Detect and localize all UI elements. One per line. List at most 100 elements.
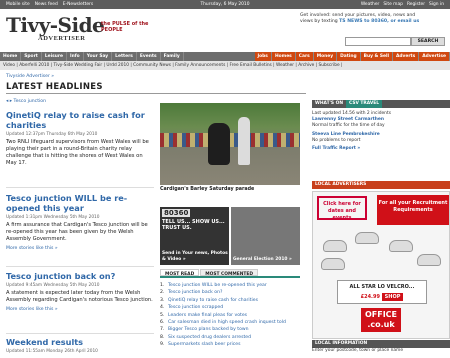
featured-photo[interactable] bbox=[160, 103, 300, 185]
story-summary: A statement is expected later today from… bbox=[6, 290, 153, 303]
list-item[interactable]: 1. Tesco junction WILL be re-opened this … bbox=[160, 282, 300, 289]
shop-button[interactable]: SHOP bbox=[381, 293, 404, 301]
nav-dating[interactable]: Dating bbox=[337, 52, 361, 61]
promo-caption: Send in Your news, Photos & Video » bbox=[162, 251, 228, 262]
promo-caption: General Election 2010 » bbox=[233, 257, 292, 262]
nav-your-say[interactable]: Your Say bbox=[84, 52, 113, 61]
events-ad[interactable]: Click here for dates and events bbox=[317, 196, 367, 221]
nav-buy-sell[interactable]: Buy & Sell bbox=[360, 52, 393, 61]
sign-in-link[interactable]: Sign in bbox=[429, 2, 444, 7]
tab-csv-travel[interactable]: CSV TRAVEL bbox=[346, 100, 383, 108]
nav-advertise[interactable]: Advertise bbox=[419, 52, 450, 61]
tab-most-commented[interactable]: MOST COMMENTED bbox=[200, 269, 259, 277]
nav-jobs[interactable]: Jobs bbox=[254, 52, 272, 61]
travel-panel: WHAT'S ON CSV TRAVEL Last updated 14.56 … bbox=[312, 100, 450, 152]
office-logo: OFFICE .co.uk bbox=[361, 308, 401, 332]
story-summary: A firm assurance that Cardigan's Tesco j… bbox=[6, 222, 148, 242]
local-info-text: Enter your postcode, town or place name bbox=[312, 348, 404, 353]
nav-leisure[interactable]: Leisure bbox=[42, 52, 68, 61]
promo-highlight[interactable]: TS NEWS to 80360, or email us bbox=[339, 19, 419, 24]
story-summary: Two RNLI lifeguard supervisors from West… bbox=[6, 139, 149, 166]
tab-whats-on[interactable]: WHAT'S ON bbox=[315, 100, 343, 108]
nav-home[interactable]: Home bbox=[0, 52, 22, 61]
divider bbox=[6, 333, 154, 334]
logo-subtitle: ADVERTISER bbox=[38, 35, 86, 42]
more-stories-link[interactable]: More stories like this » bbox=[6, 246, 154, 251]
nav-info[interactable]: Info bbox=[67, 52, 84, 61]
shoe-image bbox=[389, 240, 413, 252]
story-title[interactable]: Tesco junction back on? bbox=[6, 271, 154, 281]
story-item: QinetiQ relay to raise cash for charitie… bbox=[6, 110, 154, 167]
nav-sport[interactable]: Sport bbox=[21, 52, 42, 61]
list-item[interactable]: 4. Tesco junction scrapped bbox=[160, 304, 300, 311]
site-header: Tivy-Side ADVERTISER the PULSE of the PE… bbox=[0, 9, 450, 52]
page-title: LATEST HEADLINES bbox=[6, 82, 103, 92]
divider bbox=[6, 93, 306, 94]
nav-events[interactable]: Events bbox=[137, 52, 161, 61]
incident-item: Steeva Line Pembrokeshire No problems to… bbox=[312, 132, 380, 143]
sub-nav[interactable]: Video | Aberfelli 2010 | Tivy-Side Weddi… bbox=[0, 61, 450, 70]
shoe-image bbox=[355, 232, 379, 244]
full-traffic-report-link[interactable]: Full Traffic Report » bbox=[312, 146, 450, 152]
nav-letters[interactable]: Letters bbox=[112, 52, 137, 61]
weather-link[interactable]: Weather bbox=[361, 2, 380, 7]
enewsletters-link[interactable]: E-Newsletters bbox=[63, 2, 93, 7]
most-tabs: MOST READ MOST COMMENTED bbox=[160, 269, 300, 278]
news-feed-link[interactable]: News feed bbox=[35, 2, 58, 7]
main-nav: Home Sport Leisure Info Your Say Letters… bbox=[0, 52, 450, 61]
nav-family[interactable]: Family bbox=[161, 52, 184, 61]
nav-homes[interactable]: Homes bbox=[271, 52, 296, 61]
local-info: LOCAL INFORMATION Enter your postcode, t… bbox=[312, 340, 450, 354]
list-item[interactable]: 3. QinetiQ relay to raise cash for charit… bbox=[160, 297, 300, 304]
nav-adverts[interactable]: Adverts bbox=[392, 52, 420, 61]
incident-title[interactable]: Steeva Line Pembrokeshire bbox=[312, 132, 380, 137]
advertisers-header: LOCAL ADVERTISERS bbox=[312, 181, 450, 189]
nav-money[interactable]: Money bbox=[313, 52, 338, 61]
list-item[interactable]: 2. Tesco junction back on? bbox=[160, 289, 300, 296]
more-stories-link[interactable]: More stories like this » bbox=[6, 307, 154, 312]
register-link[interactable]: Register bbox=[407, 2, 425, 7]
site-map-link[interactable]: Site map bbox=[383, 2, 403, 7]
story-title[interactable]: Weekend results bbox=[6, 337, 154, 347]
advert-box[interactable]: Click here for dates and events For all … bbox=[312, 191, 450, 339]
list-item[interactable]: 8. Six suspected drug dealers arrested bbox=[160, 334, 300, 341]
story-date: Updated 11:55am Monday 26th April 2010 bbox=[6, 349, 98, 354]
divider bbox=[6, 266, 154, 267]
product-offer[interactable]: ALL STAR LO VELCRO... £24.99 SHOP bbox=[337, 280, 427, 304]
recruitment-ad[interactable]: For all your Recruitment Requirements bbox=[377, 195, 449, 225]
search-button[interactable]: SEARCH bbox=[411, 37, 445, 46]
nav-cars[interactable]: Cars bbox=[295, 52, 314, 61]
text-number-badge: 80360 bbox=[162, 209, 191, 217]
shoe-image bbox=[417, 254, 441, 266]
story-item: Weekend results Updated 11:55am Monday 2… bbox=[6, 337, 154, 354]
search-input[interactable] bbox=[345, 37, 411, 46]
list-item[interactable]: 9. Supermarkets slash beer prices bbox=[160, 341, 300, 348]
date-display: Thursday, 6 May 2010 bbox=[200, 2, 250, 7]
tag-link[interactable]: ◂ ▸ Tesco junction bbox=[6, 99, 46, 104]
shoe-image bbox=[321, 258, 345, 270]
incident-title[interactable]: Lawrenny Street Carmarthen bbox=[312, 117, 384, 122]
story-date: Updated 9:45am Wednesday 5th May 2010 bbox=[6, 283, 100, 288]
story-title[interactable]: QinetiQ relay to raise cash for charitie… bbox=[6, 110, 154, 130]
divider bbox=[6, 187, 154, 188]
person-figure bbox=[238, 117, 250, 165]
search-box: SEARCH bbox=[345, 37, 445, 46]
top-bar: Mobile site News feed E-Newsletters Thur… bbox=[0, 0, 450, 9]
story-item: Tesco junction back on? Updated 9:45am W… bbox=[6, 271, 154, 312]
horse-figure bbox=[208, 123, 230, 165]
story-title[interactable]: Tesco junction WILL be re-opened this ye… bbox=[6, 193, 154, 213]
story-item: Tesco junction WILL be re-opened this ye… bbox=[6, 193, 154, 251]
list-item[interactable]: 6. Car salesman died in high speed crash … bbox=[160, 319, 300, 326]
tab-most-read[interactable]: MOST READ bbox=[160, 269, 200, 277]
breadcrumb[interactable]: Tivyside Advertiser » bbox=[6, 74, 54, 79]
shoe-image bbox=[323, 240, 347, 252]
election-promo[interactable]: General Election 2010 » bbox=[231, 207, 300, 265]
photo-caption[interactable]: Cardigan's Barley Saturday parade bbox=[160, 187, 254, 192]
promo-thumbnails: 80360 TELL US... SHOW US... TRUST US. Se… bbox=[160, 207, 300, 265]
mobile-site-link[interactable]: Mobile site bbox=[6, 2, 30, 7]
logo[interactable]: Tivy-Side bbox=[6, 13, 105, 37]
most-read-list: 1. Tesco junction WILL be re-opened this … bbox=[160, 282, 300, 349]
list-item[interactable]: 5. Leaders make final pleas for votes bbox=[160, 312, 300, 319]
list-item[interactable]: 7. Bigger Tesco plans backed by town bbox=[160, 326, 300, 333]
send-news-promo[interactable]: 80360 TELL US... SHOW US... TRUST US. Se… bbox=[160, 207, 229, 265]
